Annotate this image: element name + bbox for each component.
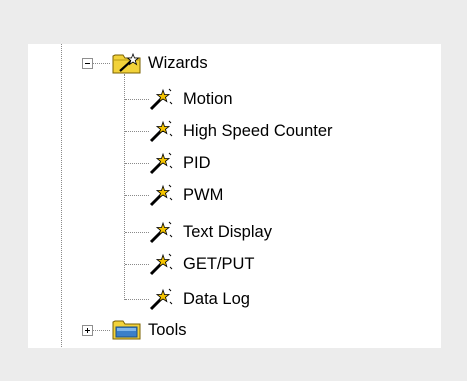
magic-wand-icon <box>149 184 173 207</box>
tree-label-high-speed-counter[interactable]: High Speed Counter <box>183 121 333 141</box>
child-connector <box>125 232 149 233</box>
collapse-toggle[interactable] <box>82 58 93 69</box>
magic-wand-icon <box>149 120 173 143</box>
child-connector <box>125 131 149 132</box>
tree-label-pid[interactable]: PID <box>183 153 211 173</box>
tree-root-line <box>61 44 62 347</box>
tree-label-get-put[interactable]: GET/PUT <box>183 254 255 274</box>
wizards-branch-line <box>124 74 125 300</box>
child-connector <box>125 195 149 196</box>
child-connector <box>125 299 149 300</box>
wizard-folder-icon <box>112 52 141 74</box>
tree-label-data-log[interactable]: Data Log <box>183 289 250 309</box>
magic-wand-icon <box>149 152 173 175</box>
tree-view: Wizards Motion High Speed Counter PID PW… <box>28 44 441 348</box>
child-connector <box>125 264 149 265</box>
magic-wand-icon <box>149 88 173 111</box>
tree-label-motion[interactable]: Motion <box>183 89 233 109</box>
tree-label-tools[interactable]: Tools <box>148 320 187 340</box>
stage: Wizards Motion High Speed Counter PID PW… <box>0 0 467 381</box>
tools-connector <box>92 330 110 331</box>
magic-wand-icon <box>149 253 173 276</box>
tree-label-wizards[interactable]: Wizards <box>148 53 208 73</box>
magic-wand-icon <box>149 288 173 311</box>
folder-icon <box>112 320 141 340</box>
child-connector <box>125 163 149 164</box>
wizards-connector <box>92 63 110 64</box>
child-connector <box>125 99 149 100</box>
expand-toggle[interactable] <box>82 325 93 336</box>
tree-label-text-display[interactable]: Text Display <box>183 222 272 242</box>
tree-label-pwm[interactable]: PWM <box>183 185 223 205</box>
magic-wand-icon <box>149 221 173 244</box>
